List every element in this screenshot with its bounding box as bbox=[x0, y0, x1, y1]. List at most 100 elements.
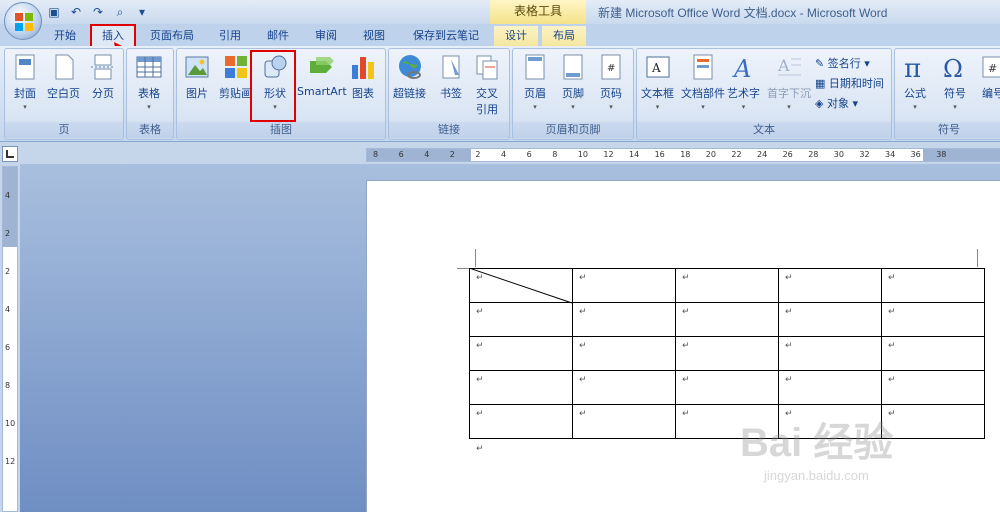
footer-button[interactable]: 页脚 ▾ bbox=[559, 53, 587, 111]
table-cell[interactable]: ↵ bbox=[469, 302, 573, 337]
drop-cap-button[interactable]: A 首字下沉 ▾ bbox=[767, 53, 811, 111]
tab-review[interactable]: 审阅 bbox=[308, 26, 344, 46]
clipart-button[interactable]: 剪贴画 bbox=[219, 53, 252, 101]
date-time-label: 日期和时间 bbox=[828, 77, 884, 90]
cross-reference-button[interactable]: 交叉 引用 bbox=[473, 53, 501, 117]
tab-page-layout[interactable]: 页面布局 bbox=[146, 26, 198, 46]
table-cell[interactable]: ↵ bbox=[469, 336, 573, 371]
blank-page-button[interactable]: 空白页 bbox=[47, 53, 80, 101]
table-cell[interactable]: ↵ bbox=[881, 268, 985, 303]
diagonal-header-line bbox=[469, 268, 573, 304]
picture-button[interactable]: 图片 bbox=[183, 53, 211, 101]
group-text: A 文本框 ▾ 文档部件 ▾ A 艺术字 ▾ A 首字下沉 ▾ ✎ 签名行 ▾ … bbox=[636, 48, 892, 140]
ruler-tick-label: 10 bbox=[577, 150, 588, 159]
wordart-button[interactable]: A 艺术字 ▾ bbox=[727, 53, 760, 111]
ruler-tick-label: 24 bbox=[757, 150, 768, 159]
textbox-button[interactable]: A 文本框 ▾ bbox=[641, 53, 674, 111]
table-cell[interactable]: ↵ bbox=[881, 302, 985, 337]
table-cell[interactable]: ↵ bbox=[675, 370, 779, 405]
page-number-label: 页码 bbox=[600, 87, 622, 100]
table-cell[interactable]: ↵ bbox=[572, 370, 676, 405]
watermark-brand: Bai 经验 bbox=[740, 421, 894, 465]
table-cell[interactable]: ↵ bbox=[572, 404, 676, 439]
page-break-button[interactable]: 分页 bbox=[89, 53, 117, 101]
table-cell[interactable]: ↵ bbox=[778, 336, 882, 371]
svg-text:A: A bbox=[651, 61, 661, 75]
tab-layout[interactable]: 布局 bbox=[542, 26, 586, 46]
page-break-icon bbox=[89, 53, 117, 81]
save-icon[interactable]: ▣ bbox=[46, 4, 62, 20]
tab-view[interactable]: 视图 bbox=[356, 26, 392, 46]
table-button[interactable]: 表格 ▾ bbox=[135, 53, 163, 111]
chart-label: 图表 bbox=[352, 87, 374, 100]
tab-references[interactable]: 引用 bbox=[212, 26, 248, 46]
number-button[interactable]: # 编号 bbox=[979, 53, 1000, 101]
hyperlink-button[interactable]: 超链接 bbox=[393, 53, 426, 101]
table-cell[interactable]: ↵ bbox=[778, 370, 882, 405]
table-cell[interactable]: ↵ bbox=[881, 370, 985, 405]
table-cell[interactable]: ↵ bbox=[572, 268, 676, 303]
table-cell[interactable]: ↵ bbox=[469, 404, 573, 439]
tab-mailings[interactable]: 邮件 bbox=[260, 26, 296, 46]
table-cell[interactable]: ↵ bbox=[469, 370, 573, 405]
page-number-icon: # bbox=[597, 53, 625, 81]
print-preview-icon[interactable]: ⌕ bbox=[112, 4, 128, 20]
object-button[interactable]: ◈ 对象 ▾ bbox=[815, 95, 858, 111]
cover-page-button[interactable]: 封面 ▾ bbox=[11, 53, 39, 111]
table-cell[interactable]: ↵ bbox=[675, 302, 779, 337]
cell-mark: ↵ bbox=[785, 375, 793, 385]
signature-line-button[interactable]: ✎ 签名行 ▾ bbox=[815, 55, 870, 71]
pi-icon: π bbox=[901, 53, 929, 84]
tab-design[interactable]: 设计 bbox=[494, 26, 538, 46]
group-links: 超链接 书签 交叉 引用 链接 bbox=[388, 48, 510, 140]
svg-text:π: π bbox=[904, 54, 921, 81]
clipart-icon bbox=[222, 53, 250, 81]
quick-parts-icon bbox=[689, 53, 717, 81]
group-pages: 封面 ▾ 空白页 分页 页 bbox=[4, 48, 124, 140]
table-cell[interactable]: ↵ bbox=[778, 302, 882, 337]
bookmark-button[interactable]: 书签 bbox=[437, 53, 465, 101]
date-time-button[interactable]: ▦ 日期和时间 bbox=[815, 75, 884, 91]
ruler-tick-label: 2 bbox=[5, 267, 11, 276]
symbol-button[interactable]: Ω 符号 ▾ bbox=[941, 53, 969, 111]
tab-home[interactable]: 开始 bbox=[48, 26, 82, 46]
customize-icon[interactable]: ▾ bbox=[134, 4, 150, 20]
table-cell[interactable]: ↵ bbox=[675, 336, 779, 371]
ruler-tick-label: 18 bbox=[680, 150, 691, 159]
tab-selector-button[interactable] bbox=[2, 146, 18, 162]
table-cell[interactable]: ↵ bbox=[675, 268, 779, 303]
table-cell[interactable]: ↵ bbox=[778, 268, 882, 303]
signature-line-label: 签名行 bbox=[827, 57, 861, 70]
equation-button[interactable]: π 公式 ▾ bbox=[901, 53, 929, 111]
tab-save-to-cloud-note[interactable]: 保存到云笔记 bbox=[404, 26, 488, 46]
shapes-highlight-box bbox=[250, 50, 296, 122]
cell-mark: ↵ bbox=[476, 341, 484, 351]
cross-reference-label-1: 交叉 bbox=[476, 87, 498, 100]
group-header-footer: 页眉 ▾ 页脚 ▾ # 页码 ▾ 页眉和页脚 bbox=[512, 48, 634, 140]
quick-access-toolbar: ▣ ↶ ↷ ⌕ ▾ bbox=[46, 4, 150, 20]
chart-button[interactable]: 图表 bbox=[349, 53, 377, 101]
table-cell[interactable]: ↵ bbox=[572, 302, 676, 337]
table-cell[interactable]: ↵ bbox=[881, 336, 985, 371]
quick-parts-button[interactable]: 文档部件 ▾ bbox=[681, 53, 725, 111]
table-cell[interactable]: ↵ bbox=[572, 336, 676, 371]
ruler-tick-label: 10 bbox=[5, 419, 16, 428]
page-number-button[interactable]: # 页码 ▾ bbox=[597, 53, 625, 111]
blank-page-icon bbox=[50, 53, 78, 81]
smartart-button[interactable]: SmartArt bbox=[297, 53, 347, 98]
smartart-label: SmartArt bbox=[297, 85, 347, 98]
chart-icon bbox=[349, 53, 377, 81]
redo-icon[interactable]: ↷ bbox=[90, 4, 106, 20]
horizontal-ruler[interactable]: 8 6 4 2 2 4 6 8 10 12 14 16 18 20 22 24 26 28 30 32 34 36 38 bbox=[366, 148, 1000, 162]
header-button[interactable]: 页眉 ▾ bbox=[521, 53, 549, 111]
ruler-tick-label: 4 bbox=[501, 150, 507, 159]
cover-page-label: 封面 bbox=[14, 87, 36, 100]
ruler-tick-label: 28 bbox=[808, 150, 819, 159]
office-button[interactable] bbox=[4, 2, 42, 40]
cell-mark: ↵ bbox=[476, 307, 484, 317]
undo-icon[interactable]: ↶ bbox=[68, 4, 84, 20]
object-label: 对象 bbox=[826, 97, 849, 110]
vertical-ruler[interactable]: 4 2 2 4 6 8 10 12 bbox=[2, 166, 18, 512]
ruler-tick-label: 2 bbox=[5, 229, 11, 238]
footer-icon bbox=[559, 53, 587, 81]
